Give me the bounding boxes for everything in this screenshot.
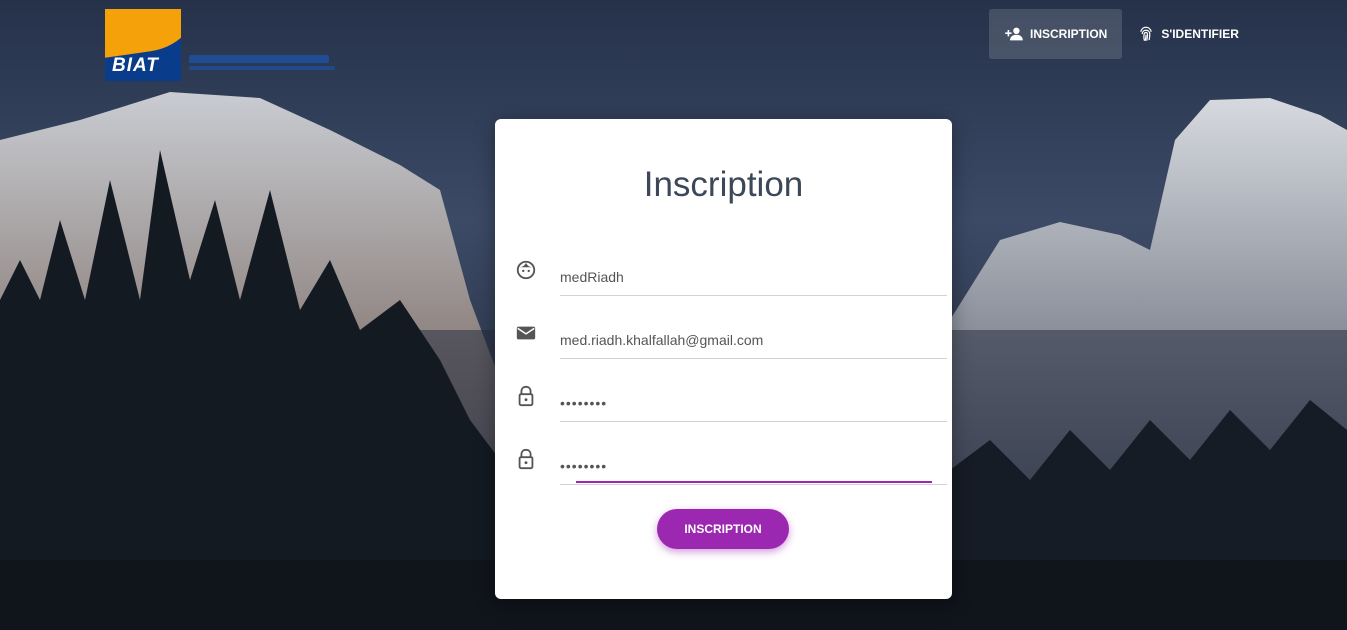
page: BIAT INSCRIPTION S'IDENTIFIER Inscriptio… [0, 0, 1347, 630]
logo-mark: BIAT [105, 9, 181, 81]
lock-icon [518, 448, 534, 470]
username-field-group [495, 259, 952, 299]
fingerprint-icon [1140, 26, 1153, 41]
password-input[interactable] [560, 385, 947, 422]
top-nav: INSCRIPTION S'IDENTIFIER [989, 9, 1254, 59]
logo-text: BIAT [112, 55, 159, 76]
lock-icon [518, 385, 534, 407]
confirm-password-input[interactable] [560, 448, 947, 485]
nav-inscription-label: INSCRIPTION [1030, 27, 1108, 41]
username-input[interactable] [560, 259, 947, 296]
nav-inscription[interactable]: INSCRIPTION [989, 9, 1123, 59]
nav-sidentifier[interactable]: S'IDENTIFIER [1122, 9, 1254, 59]
registration-card: Inscription medRiadh med.riadh.khalfalla… [495, 119, 952, 599]
biat-logo[interactable]: BIAT [105, 9, 345, 81]
email-input[interactable] [560, 322, 947, 359]
face-icon [516, 260, 536, 280]
input-focus-underline [576, 481, 932, 483]
email-field-group [495, 322, 952, 362]
inscription-submit-button[interactable]: INSCRIPTION [657, 509, 789, 549]
mail-icon [516, 326, 536, 340]
logo-subtitle-graphic [189, 55, 339, 75]
password-field-group [495, 385, 952, 425]
person-add-icon [1005, 27, 1023, 41]
nav-sidentifier-label: S'IDENTIFIER [1161, 27, 1239, 41]
form-title: Inscription [643, 165, 804, 204]
